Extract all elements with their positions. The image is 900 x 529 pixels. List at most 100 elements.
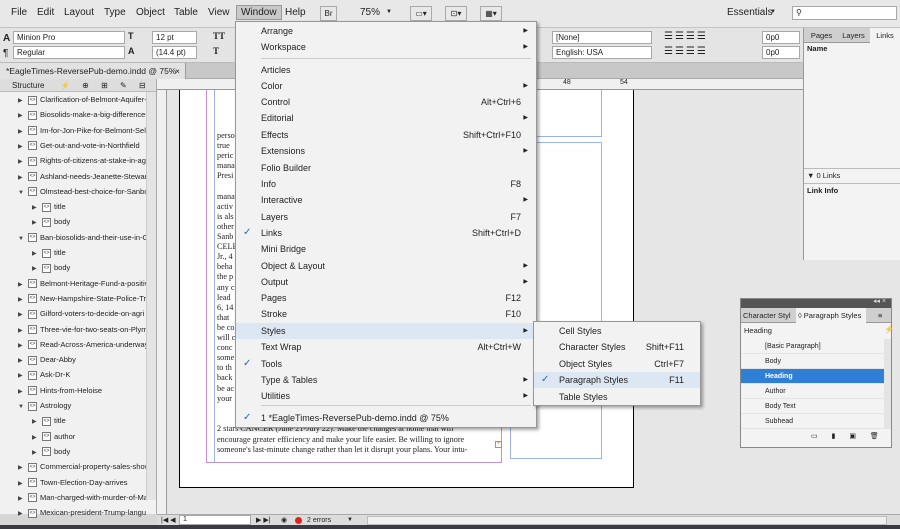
- structure-tree-row[interactable]: ▶ <> title: [32, 245, 146, 260]
- collapsed-triangle-icon[interactable]: ▶: [18, 324, 26, 337]
- view-options-icon[interactable]: ⊡▾: [445, 6, 467, 21]
- paragraph-mode-icon[interactable]: ¶: [3, 48, 8, 59]
- paragraph-style-item[interactable]: Body: [741, 354, 884, 369]
- menu-item-type-tables[interactable]: Type & Tables ▶: [236, 372, 536, 388]
- paragraph-style-item[interactable]: Heading: [741, 369, 884, 384]
- collapsed-triangle-icon[interactable]: ▶: [18, 140, 26, 153]
- collapsed-triangle-icon[interactable]: ▶: [18, 125, 26, 138]
- zoom-dropdown-icon[interactable]: ▼: [386, 9, 392, 15]
- menu-item-layers[interactable]: Layers F7: [236, 209, 536, 225]
- panel-titlebar[interactable]: ◂◂ ×: [741, 297, 891, 308]
- font-size-field[interactable]: 12 pt: [152, 31, 197, 44]
- left-indent-field[interactable]: 0p0: [762, 31, 800, 44]
- menu-item-object-layout[interactable]: Object & Layout ▶: [236, 258, 536, 274]
- collapsed-triangle-icon[interactable]: ▶: [18, 171, 26, 184]
- menu-item-tools[interactable]: ✓ Tools: [236, 356, 536, 372]
- arrange-docs-icon[interactable]: ▦▾: [480, 6, 502, 21]
- close-icon[interactable]: ×: [175, 63, 180, 79]
- collapsed-triangle-icon[interactable]: ▶: [18, 385, 26, 398]
- collapsed-triangle-icon[interactable]: ▶: [18, 507, 26, 520]
- expanded-triangle-icon[interactable]: ▼: [18, 400, 26, 413]
- font-style-field[interactable]: Regular: [13, 46, 125, 59]
- menu-item-links[interactable]: ✓ Links Shift+Ctrl+D: [236, 225, 536, 241]
- structure-tree-row[interactable]: ▶ <> Clarification-of-Belmont-Aquifer-: [18, 92, 146, 107]
- structure-tree-row[interactable]: ▶ <> Belmont-Heritage-Fund-a-positiv: [18, 276, 146, 291]
- document-tab[interactable]: *EagleTimes-ReversePub-demo.indd @ 75% ×: [0, 63, 186, 79]
- tab-pages[interactable]: Pages: [806, 28, 837, 43]
- structure-tree-row[interactable]: ▶ <> Mexican-president-Trump-langua: [18, 505, 146, 520]
- collapsed-triangle-icon[interactable]: ▶: [18, 477, 26, 490]
- expanded-triangle-icon[interactable]: ▼: [18, 232, 26, 245]
- screen-mode-icon[interactable]: ▭▾: [410, 6, 432, 21]
- workspace-dropdown-icon[interactable]: ▼: [770, 9, 776, 15]
- menu-item-mini-bridge[interactable]: Mini Bridge: [236, 241, 536, 257]
- structure-tree-row[interactable]: ▶ <> Three-vie-for-two-seats-on-Plym: [18, 322, 146, 337]
- collapsed-triangle-icon[interactable]: ▶: [32, 431, 40, 444]
- menu-item-1-eagletimes-reversepub-demo-i[interactable]: ✓ 1 *EagleTimes-ReversePub-demo.indd @ 75…: [236, 410, 536, 426]
- language-field[interactable]: English: USA: [552, 46, 652, 59]
- structure-tree-row[interactable]: ▶ <> Ask-Dr-K: [18, 367, 146, 382]
- menu-item-interactive[interactable]: Interactive ▶: [236, 192, 536, 208]
- collapsed-triangle-icon[interactable]: ▶: [18, 293, 26, 306]
- structure-tree-row[interactable]: ▼ <> Ban-biosolids-and-their-use-in-Gil: [18, 230, 146, 245]
- structure-tree-row[interactable]: ▶ <> Dear-Abby: [18, 352, 146, 367]
- submenu-item-paragraph-styles[interactable]: ✓ Paragraph Styles F11: [534, 372, 700, 389]
- new-style-from-selection-icon[interactable]: ⚡: [884, 325, 894, 334]
- collapsed-triangle-icon[interactable]: ▶: [18, 492, 26, 505]
- menu-object[interactable]: Object: [132, 6, 169, 19]
- structure-tree-row[interactable]: ▶ <> Gilford-voters-to-decide-on-agri: [18, 306, 146, 321]
- menu-window[interactable]: Window: [236, 5, 282, 20]
- font-family-field[interactable]: Minion Pro: [13, 31, 125, 44]
- menu-layout[interactable]: Layout: [60, 6, 98, 19]
- structure-scrollbar[interactable]: [146, 92, 156, 500]
- collapsed-triangle-icon[interactable]: ▶: [32, 201, 40, 214]
- structure-tree-row[interactable]: ▶ <> Biosolids-make-a-big-difference-: [18, 107, 146, 122]
- align-buttons-row1[interactable]: ☰☰☰☰: [664, 31, 708, 42]
- panel-menu-icon[interactable]: ≡: [878, 308, 890, 323]
- structure-tree-row[interactable]: ▶ <> body: [32, 260, 146, 275]
- collapsed-triangle-icon[interactable]: ▶: [32, 262, 40, 275]
- menu-help[interactable]: Help: [281, 6, 310, 19]
- character-style-field[interactable]: [None]: [552, 31, 652, 44]
- structure-tree-row[interactable]: ▶ <> Ashland-needs-Jeanette-Stewart: [18, 169, 146, 184]
- collapsed-triangle-icon[interactable]: ▶: [18, 461, 26, 474]
- submenu-item-table-styles[interactable]: Table Styles: [534, 389, 700, 405]
- submenu-item-object-styles[interactable]: Object Styles Ctrl+F7: [534, 356, 700, 372]
- menu-item-effects[interactable]: Effects Shift+Ctrl+F10: [236, 127, 536, 143]
- superscript-button[interactable]: T: [213, 46, 219, 56]
- workspace-switcher[interactable]: Essentials: [727, 7, 773, 18]
- menu-view[interactable]: View: [204, 6, 234, 19]
- menu-item-info[interactable]: Info F8: [236, 176, 536, 192]
- structure-tree-row[interactable]: ▶ <> author: [32, 429, 146, 444]
- expanded-triangle-icon[interactable]: ▼: [18, 186, 26, 199]
- structure-tree-row[interactable]: ▶ <> Rights-of-citizens-at-stake-in-agri: [18, 153, 146, 168]
- structure-tree-row[interactable]: ▶ <> Im-for-Jon-Pike-for-Belmont-Sele: [18, 123, 146, 138]
- search-input[interactable]: ⚲: [792, 6, 897, 20]
- page-number-field[interactable]: 1: [179, 515, 251, 525]
- links-name-column[interactable]: Name: [807, 44, 827, 53]
- leading-field[interactable]: (14.4 pt): [152, 46, 197, 59]
- character-mode-icon[interactable]: A: [3, 33, 10, 44]
- collapsed-triangle-icon[interactable]: ▶: [18, 278, 26, 291]
- menu-table[interactable]: Table: [170, 6, 202, 19]
- paragraph-style-item[interactable]: Subhead: [741, 414, 884, 429]
- tab-links[interactable]: Links: [870, 28, 900, 43]
- collapsed-triangle-icon[interactable]: ▶: [32, 216, 40, 229]
- horizontal-scrollbar[interactable]: [367, 516, 887, 525]
- tab-character-styles[interactable]: Character Styl: [743, 308, 796, 323]
- menu-item-color[interactable]: Color ▶: [236, 78, 536, 94]
- structure-tree-row[interactable]: ▼ <> Astrology: [18, 398, 146, 413]
- vertical-ruler[interactable]: [157, 90, 167, 514]
- structure-tree-row[interactable]: ▶ <> Town-Election-Day-arrives: [18, 475, 146, 490]
- structure-tool-icons[interactable]: ⚡ ⊕ ⊞ ✎ ⊟: [60, 79, 151, 92]
- all-caps-button[interactable]: TT: [213, 31, 225, 41]
- collapse-icon[interactable]: ◂◂ ×: [873, 297, 886, 305]
- menu-item-control[interactable]: Control Alt+Ctrl+6: [236, 94, 536, 110]
- structure-tree-row[interactable]: ▶ <> Commercial-property-sales-show: [18, 459, 146, 474]
- menu-item-styles[interactable]: Styles ▶: [236, 323, 536, 339]
- structure-tree-row[interactable]: ▶ <> Get-out-and-vote-in-Northfield: [18, 138, 146, 153]
- menu-item-output[interactable]: Output ▶: [236, 274, 536, 290]
- menu-item-workspace[interactable]: Workspace ▶: [236, 39, 536, 55]
- paragraph-style-item[interactable]: Body Text: [741, 399, 884, 414]
- submenu-item-character-styles[interactable]: Character Styles Shift+F11: [534, 339, 700, 355]
